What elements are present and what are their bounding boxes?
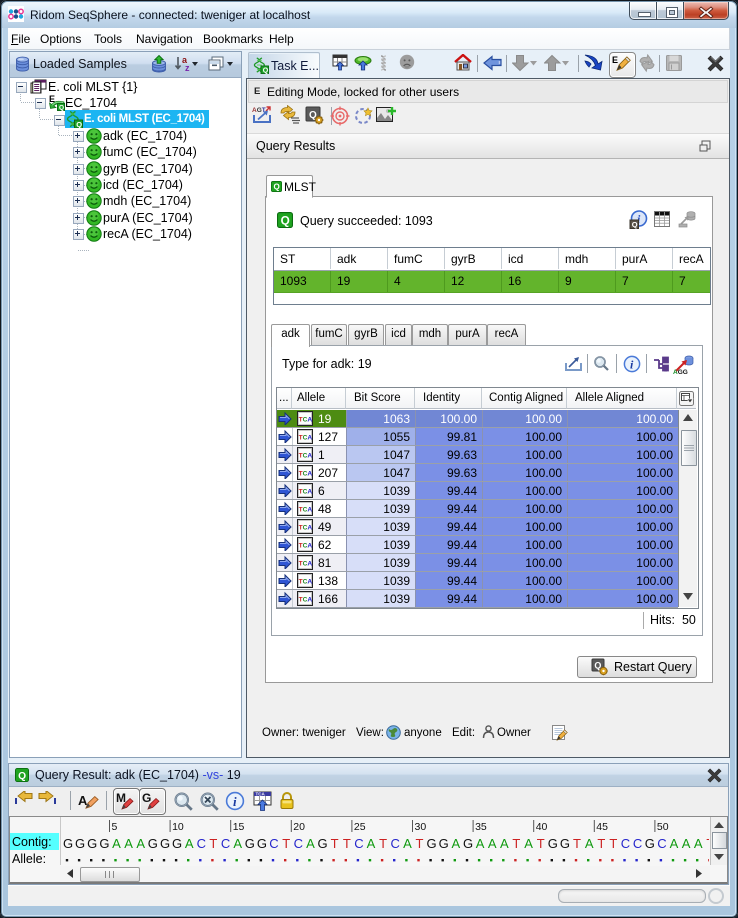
svg-text:T: T — [209, 836, 217, 851]
svg-text:G: G — [317, 836, 327, 851]
svg-text:50: 50 — [657, 821, 669, 833]
svg-text:G: G — [439, 836, 449, 851]
svg-text:Q: Q — [76, 120, 82, 128]
svg-text:A: A — [500, 836, 509, 851]
svg-text:C: C — [621, 836, 630, 851]
svg-text:10: 10 — [172, 821, 184, 833]
svg-text:G: G — [99, 836, 109, 851]
svg-text:C: C — [221, 836, 230, 851]
svg-text:A: A — [306, 836, 315, 851]
svg-text:G: G — [427, 836, 437, 851]
svg-text:E: E — [612, 55, 618, 65]
svg-text:G: G — [160, 836, 170, 851]
svg-text:AGT: AGT — [252, 107, 266, 114]
svg-text:AGG: AGG — [673, 369, 688, 375]
svg-text:G: G — [142, 791, 151, 805]
svg-text:35: 35 — [475, 821, 487, 833]
svg-text:T: T — [512, 836, 520, 851]
svg-text:A: A — [403, 836, 412, 851]
svg-text:C: C — [269, 836, 278, 851]
svg-text:G: G — [560, 836, 570, 851]
svg-text:G: G — [87, 836, 97, 851]
svg-text:M: M — [116, 791, 126, 805]
svg-text:C: C — [657, 836, 666, 851]
svg-text:T: T — [282, 836, 290, 851]
svg-text:G: G — [257, 836, 267, 851]
svg-text:25: 25 — [354, 821, 366, 833]
svg-text:A: A — [524, 836, 533, 851]
svg-text:C: C — [633, 836, 642, 851]
svg-text:T: T — [416, 836, 424, 851]
svg-text:G: G — [172, 836, 182, 851]
svg-text:A: A — [694, 836, 703, 851]
svg-text:Q: Q — [59, 105, 64, 111]
svg-text:G: G — [75, 836, 85, 851]
svg-text:G: G — [548, 836, 558, 851]
svg-text:A: A — [476, 836, 485, 851]
svg-text:z: z — [185, 63, 190, 73]
svg-text:A: A — [124, 836, 133, 851]
svg-text:C: C — [391, 836, 400, 851]
svg-text:A: A — [233, 836, 242, 851]
svg-text:G: G — [148, 836, 158, 851]
svg-text:A: A — [367, 836, 376, 851]
svg-text:A: A — [136, 836, 145, 851]
svg-text:A: A — [185, 836, 194, 851]
svg-text:A: A — [670, 836, 679, 851]
svg-text:C: C — [294, 836, 303, 851]
svg-text:G: G — [645, 836, 655, 851]
svg-text:T: T — [597, 836, 605, 851]
svg-text:5: 5 — [112, 821, 118, 833]
svg-text:A: A — [585, 836, 594, 851]
svg-text:T: T — [573, 836, 581, 851]
svg-text:T: T — [343, 836, 351, 851]
svg-text:A: A — [112, 836, 121, 851]
svg-text:45: 45 — [596, 821, 608, 833]
svg-text:T: T — [706, 836, 709, 851]
svg-text:T: T — [331, 836, 339, 851]
svg-text:G: G — [63, 836, 73, 851]
svg-text:15: 15 — [233, 821, 245, 833]
svg-text:40: 40 — [536, 821, 548, 833]
svg-text:C: C — [354, 836, 363, 851]
svg-text:i: i — [233, 794, 237, 809]
svg-text:G: G — [463, 836, 473, 851]
svg-text:T: T — [379, 836, 387, 851]
svg-text:A: A — [682, 836, 691, 851]
svg-text:A: A — [488, 836, 497, 851]
svg-text:Q: Q — [263, 67, 269, 74]
svg-text:20: 20 — [293, 821, 305, 833]
svg-text:C: C — [197, 836, 206, 851]
svg-text:T: T — [609, 836, 617, 851]
svg-text:TCA: TCA — [256, 792, 266, 797]
svg-text:A: A — [451, 836, 460, 851]
svg-text:T: T — [537, 836, 545, 851]
svg-text:30: 30 — [415, 821, 427, 833]
svg-text:Q: Q — [632, 220, 638, 229]
svg-text:G: G — [245, 836, 255, 851]
